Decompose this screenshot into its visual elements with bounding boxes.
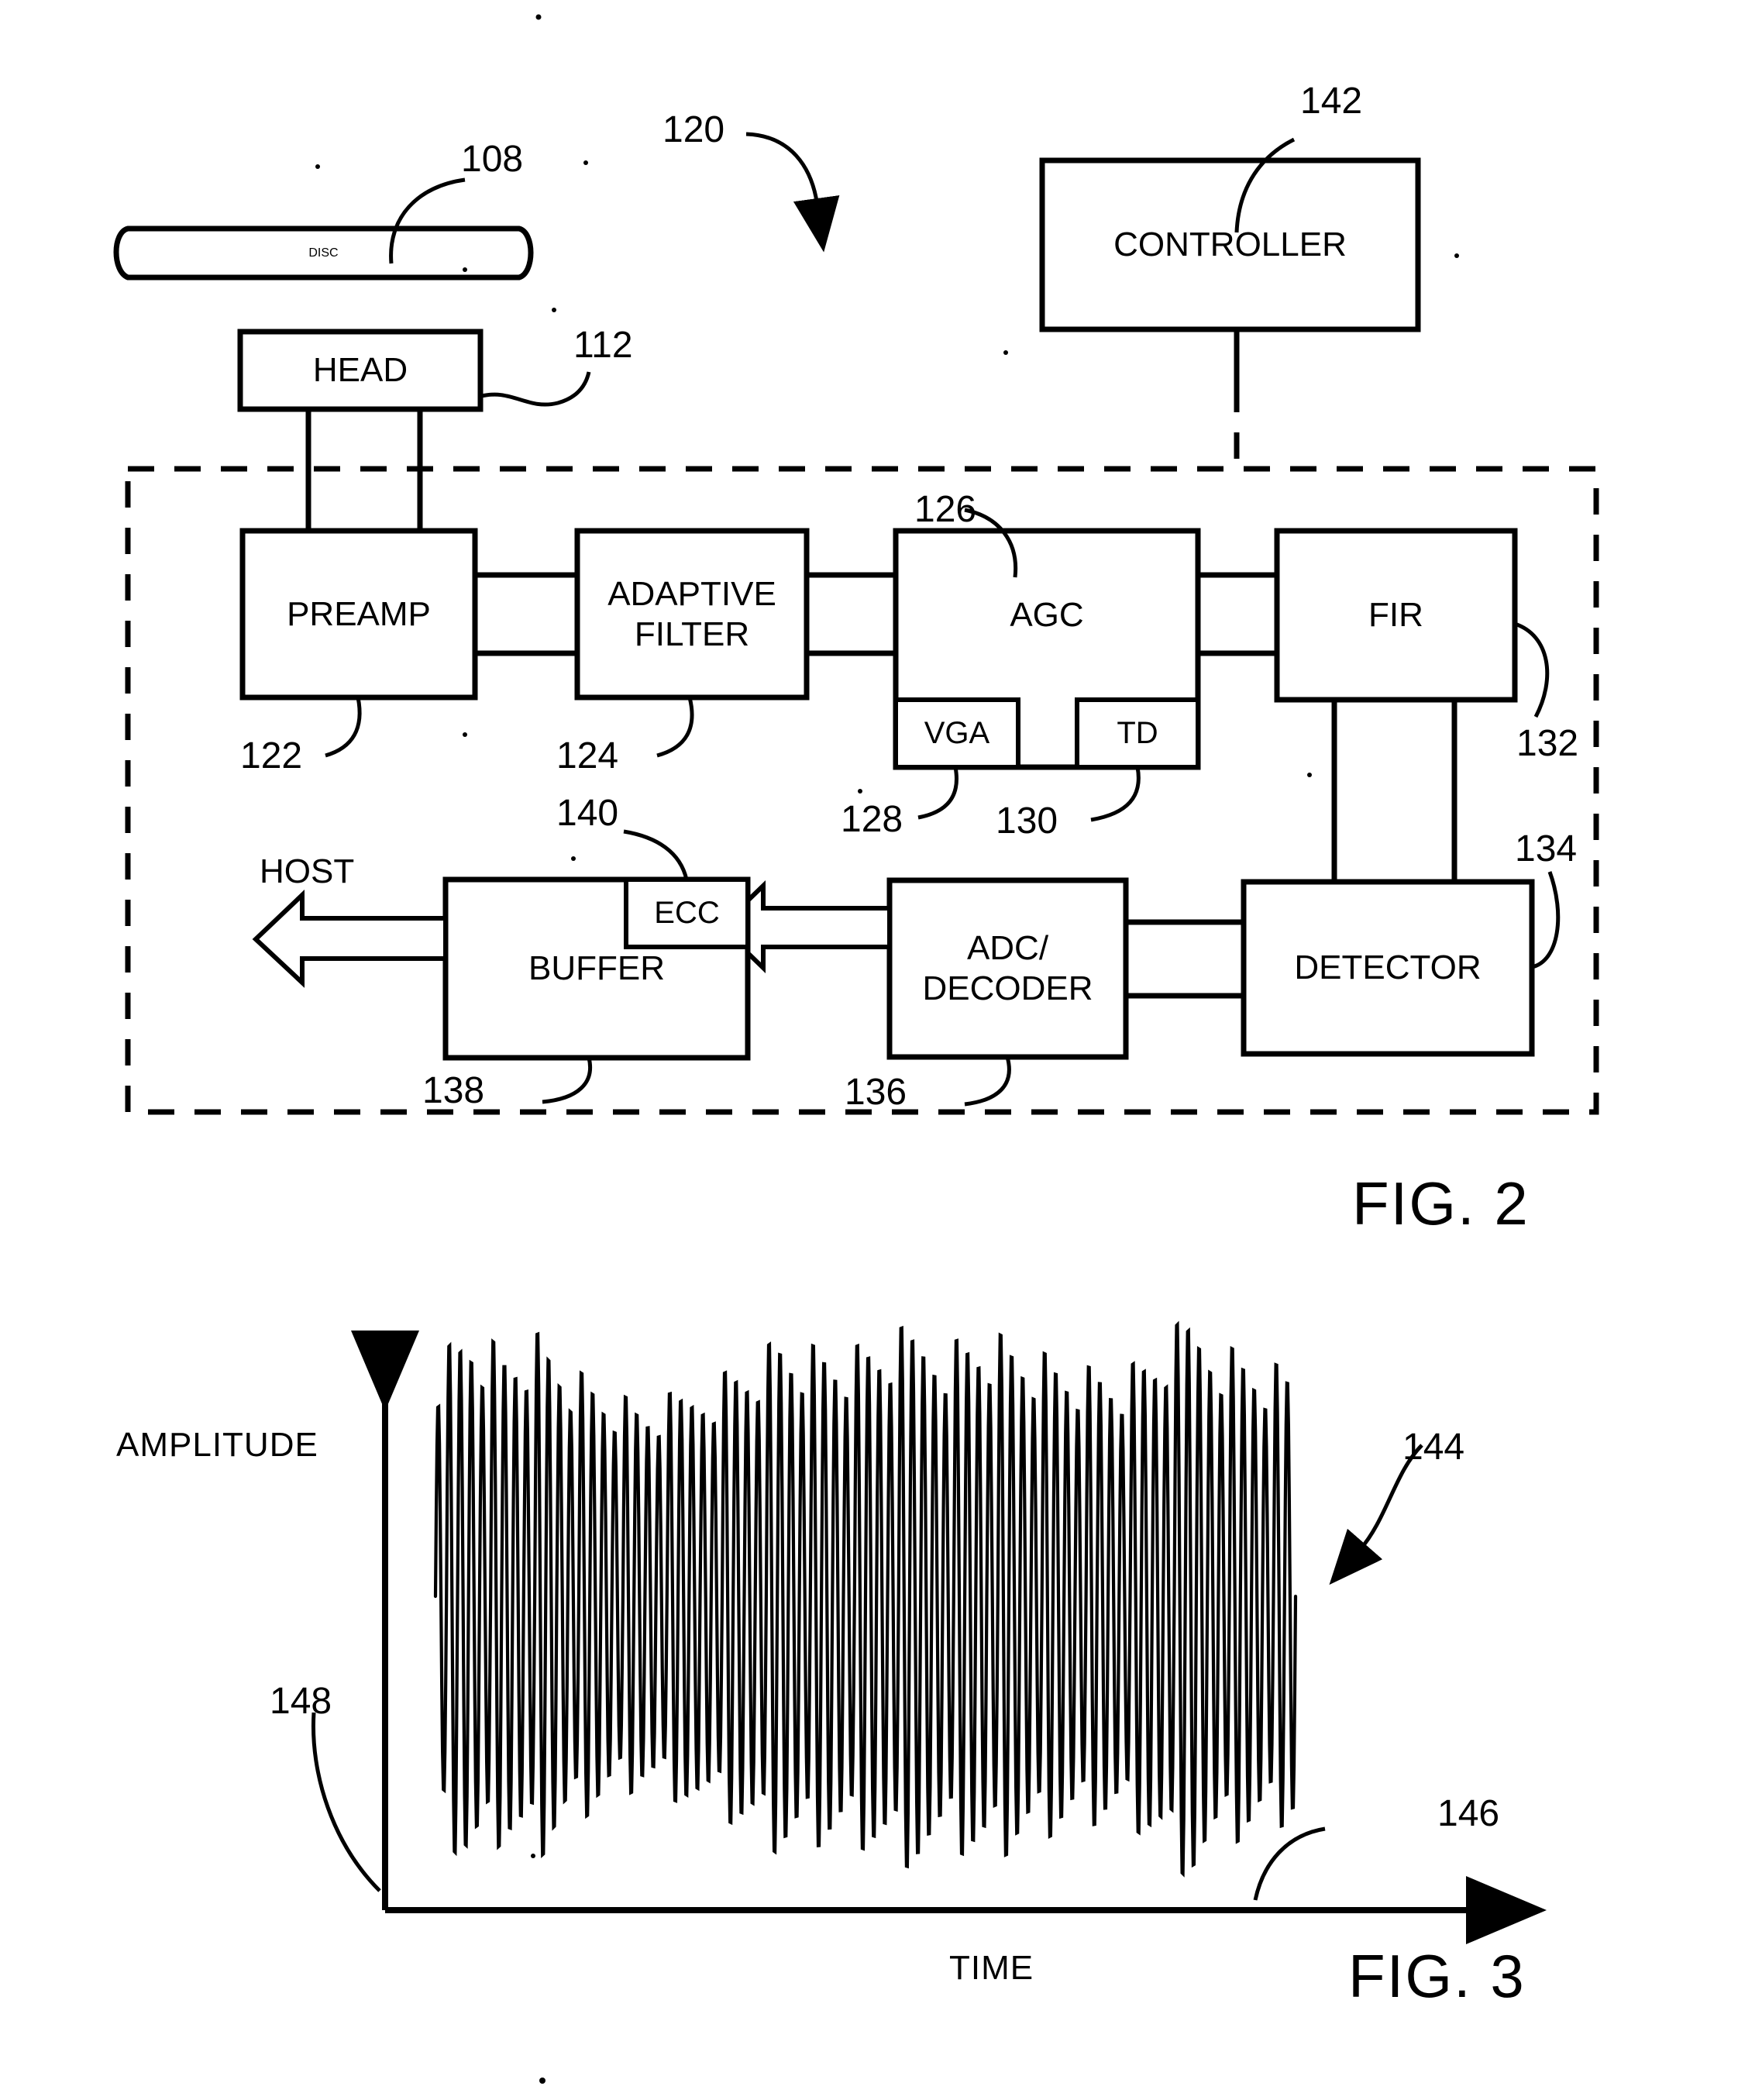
ref-134-leader: [1531, 871, 1561, 969]
ref-130: 130: [996, 800, 1058, 842]
fir-detector-wires: [1331, 700, 1458, 882]
ecc-label: ECC: [654, 896, 720, 930]
host-label: HOST: [260, 852, 355, 890]
ref-108: 108: [461, 139, 524, 180]
ref-146: 146: [1437, 1793, 1500, 1834]
fig3-caption: FIG. 3: [1348, 1942, 1526, 2010]
ref-134: 134: [1515, 828, 1578, 869]
ref-130-leader: [1090, 766, 1141, 822]
amplitude-axis-label: AMPLITUDE: [116, 1426, 318, 1464]
ref-128-leader: [917, 766, 958, 820]
ref-124: 124: [556, 735, 619, 776]
fir-label: FIR: [1368, 596, 1423, 634]
adaptive-filter-label-line2: FILTER: [634, 615, 750, 653]
detector-label: DETECTOR: [1294, 948, 1482, 986]
adc-label-line1: ADC/: [966, 929, 1049, 968]
detector-adc-wires: [1126, 919, 1244, 999]
time-axis-label: TIME: [949, 1949, 1034, 1987]
disc-label: DISC: [308, 246, 339, 260]
controller-label: CONTROLLER: [1113, 225, 1347, 263]
ref-120: 120: [663, 109, 725, 150]
ref-132-leader: [1514, 621, 1550, 718]
ref-138: 138: [422, 1070, 485, 1111]
ref-124-leader: [656, 697, 694, 758]
readback-waveform: [433, 1320, 1298, 1878]
ref-148: 148: [270, 1681, 332, 1722]
fig2-caption: FIG. 2: [1352, 1169, 1530, 1238]
patent-figure-sheet: FIG. 2 DISC 108 120 HEAD 112 CONTROLLER …: [0, 0, 1738, 2100]
buffer-host-arrow: [252, 890, 448, 988]
adc-label-line2: DECODER: [922, 969, 1093, 1007]
ref-144: 144: [1402, 1427, 1465, 1468]
ref-138-leader: [542, 1057, 592, 1104]
ref-140-leader: [623, 829, 689, 880]
ref-120-leader: [745, 132, 840, 253]
preamp-filter-wires: [475, 572, 577, 656]
ref-148-leader: [311, 1712, 381, 1892]
ref-128: 128: [841, 799, 903, 840]
ref-112: 112: [573, 325, 633, 366]
ref-146-leader: [1253, 1826, 1326, 1901]
ref-122: 122: [240, 735, 303, 776]
td-label: TD: [1117, 716, 1158, 750]
ref-136: 136: [845, 1072, 907, 1113]
ref-136-leader: [964, 1056, 1011, 1107]
ref-112-leader: [478, 371, 591, 407]
ref-142: 142: [1300, 81, 1363, 122]
ref-126: 126: [914, 489, 977, 530]
filter-agc-wires: [807, 572, 896, 656]
vga-label: VGA: [924, 716, 990, 750]
agc-label: AGC: [1010, 596, 1084, 634]
ref-132: 132: [1516, 723, 1579, 764]
head-label: HEAD: [312, 351, 408, 389]
preamp-label: PREAMP: [287, 594, 431, 633]
ref-140: 140: [556, 793, 619, 834]
agc-fir-wires: [1198, 572, 1277, 656]
ref-122-leader: [325, 697, 362, 758]
adaptive-filter-label-line1: ADAPTIVE: [607, 574, 776, 613]
